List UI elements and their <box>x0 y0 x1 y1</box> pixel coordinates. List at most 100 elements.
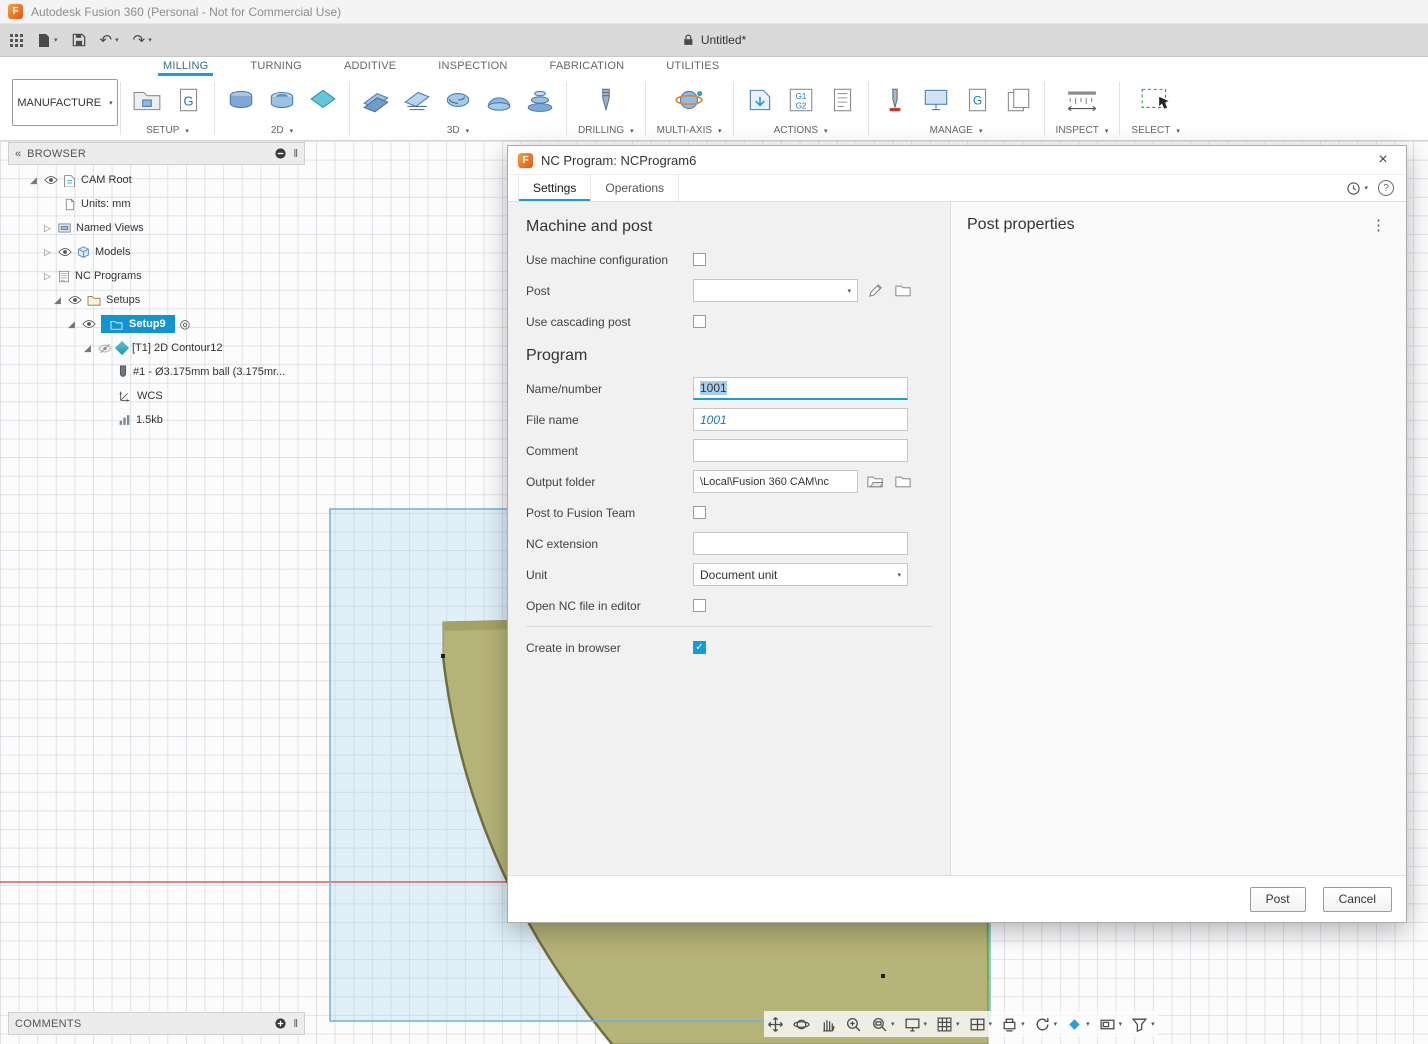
group-label-actions[interactable]: ACTIONS <box>774 125 818 136</box>
pan-move-icon[interactable] <box>764 1014 787 1035</box>
drill-icon[interactable] <box>591 87 621 118</box>
post-button[interactable]: Post <box>1250 887 1306 912</box>
tree-item-size[interactable]: 1.5kb <box>8 408 305 432</box>
pan-hand-icon[interactable] <box>816 1014 839 1035</box>
group-label-inspect[interactable]: INSPECT <box>1056 125 1099 136</box>
unit-select[interactable]: Document unit ▾ <box>693 563 908 586</box>
visibility-eye-icon[interactable] <box>68 295 82 305</box>
3d-morph-icon[interactable] <box>484 87 514 118</box>
tree-item-units[interactable]: Units: mm <box>8 192 305 216</box>
group-label-multi-axis[interactable]: MULTI-AXIS <box>657 125 712 136</box>
visibility-eye-icon[interactable] <box>82 319 96 329</box>
open-nc-file-checkbox[interactable]: ✓ <box>693 599 706 612</box>
collapse-all-icon[interactable] <box>274 147 287 160</box>
save-button[interactable] <box>72 33 86 47</box>
undo-button[interactable]: ↶▾ <box>100 33 119 48</box>
collapse-icon[interactable]: ▷ <box>42 247 53 258</box>
3d-steep-icon[interactable] <box>525 87 555 118</box>
display-settings-icon[interactable]: ▾ <box>901 1014 931 1035</box>
close-icon[interactable]: × <box>1370 151 1396 169</box>
expand-icon[interactable]: ◢ <box>28 175 39 186</box>
tree-item-models[interactable]: ▷ Models <box>8 240 305 264</box>
use-machine-configuration-checkbox[interactable]: ✓ <box>693 253 706 266</box>
group-label-3d[interactable]: 3D <box>447 125 460 136</box>
tree-item-setups[interactable]: ◢ Setups <box>8 288 305 312</box>
gcode-editor-icon[interactable]: G1G2 <box>786 87 816 118</box>
2d-pocket-icon[interactable] <box>267 87 297 118</box>
expand-comments-icon[interactable] <box>274 1017 287 1030</box>
use-cascading-post-checkbox[interactable]: ✓ <box>693 315 706 328</box>
post-process-icon[interactable] <box>745 87 775 118</box>
zoom-icon[interactable] <box>842 1014 865 1035</box>
visibility-eye-icon[interactable] <box>58 247 72 257</box>
file-name-input[interactable]: 1001 <box>693 408 908 431</box>
tree-item-cam-root[interactable]: ◢ CAM Root <box>8 168 305 192</box>
create-in-browser-checkbox[interactable]: ✓ <box>693 641 706 654</box>
post-library-icon[interactable]: G <box>962 87 992 118</box>
machine-library-icon[interactable] <box>921 87 951 118</box>
expand-icon[interactable]: ◢ <box>66 319 77 330</box>
visibility-eye-icon[interactable] <box>44 175 58 185</box>
group-label-2d[interactable]: 2D <box>271 125 284 136</box>
open-output-folder-icon[interactable] <box>864 471 886 493</box>
redo-button[interactable]: ↷▾ <box>133 33 152 48</box>
material-appearance-icon[interactable]: ▾ <box>1063 1014 1093 1035</box>
tab-inspection[interactable]: INSPECTION <box>417 60 528 76</box>
visibility-off-eye-icon[interactable] <box>98 343 112 354</box>
collapse-icon[interactable]: ▷ <box>42 223 53 234</box>
group-label-select[interactable]: SELECT <box>1131 125 1170 136</box>
tree-item-nc-programs[interactable]: ▷ NC Programs <box>8 264 305 288</box>
file-menu-button[interactable]: ▾ <box>37 33 58 48</box>
vertex-point[interactable] <box>881 974 885 978</box>
help-icon[interactable]: ? <box>1378 180 1394 196</box>
select-icon[interactable] <box>1139 86 1173 119</box>
dialog-titlebar[interactable]: F NC Program: NCProgram6 × <box>508 146 1406 175</box>
setup-sheet-icon[interactable] <box>827 87 857 118</box>
workspace-selector-button[interactable]: MANUFACTURE ▾ <box>12 79 118 126</box>
target-icon[interactable]: ◎ <box>180 317 190 331</box>
template-library-icon[interactable] <box>1003 87 1033 118</box>
tree-item-wcs[interactable]: WCS <box>8 384 305 408</box>
zoom-window-icon[interactable]: ▾ <box>868 1014 898 1035</box>
orbit-icon[interactable] <box>790 1014 813 1035</box>
kebab-menu-icon[interactable]: ⋮ <box>1367 216 1390 234</box>
measure-icon[interactable] <box>1066 87 1098 118</box>
2d-adaptive-icon[interactable] <box>226 87 256 118</box>
vertex-point[interactable] <box>441 654 445 658</box>
tab-turning[interactable]: TURNING <box>229 60 323 76</box>
edit-post-icon[interactable] <box>864 280 886 302</box>
tab-settings[interactable]: Settings <box>518 175 591 201</box>
name-number-input[interactable]: 1001 <box>693 377 908 400</box>
panel-grip-icon[interactable]: ‖ <box>293 1018 298 1030</box>
expand-icon[interactable]: ◢ <box>82 343 93 354</box>
tab-additive[interactable]: ADDITIVE <box>323 60 417 76</box>
filter-icon[interactable]: ▾ <box>1128 1014 1158 1035</box>
browse-post-folder-icon[interactable] <box>892 280 914 302</box>
group-label-drilling[interactable]: DRILLING <box>578 125 624 136</box>
tab-milling[interactable]: MILLING <box>142 60 229 76</box>
output-folder-input[interactable]: \Local\Fusion 360 CAM\nc <box>693 470 858 493</box>
3d-parallel-icon[interactable] <box>402 87 432 118</box>
setup9-selected-chip[interactable]: Setup9 <box>101 315 175 333</box>
refresh-icon[interactable]: ▾ <box>1031 1014 1061 1035</box>
expand-icon[interactable]: ◢ <box>52 295 63 306</box>
nc-extension-input[interactable] <box>693 532 908 555</box>
tool-library-icon[interactable] <box>880 87 910 118</box>
group-label-manage[interactable]: MANAGE <box>930 125 973 136</box>
tree-item-named-views[interactable]: ▷ Named Views <box>8 216 305 240</box>
3d-spiral-icon[interactable] <box>443 87 473 118</box>
viewports-icon[interactable]: ▾ <box>966 1014 996 1035</box>
collapse-panel-icon[interactable]: « <box>15 148 21 160</box>
collapse-icon[interactable]: ▷ <box>42 271 53 282</box>
tree-item-setup9[interactable]: ◢ Setup9 ◎ <box>8 312 305 336</box>
document-tab[interactable]: Untitled* <box>682 33 746 47</box>
cancel-button[interactable]: Cancel <box>1323 887 1392 912</box>
panel-grip-icon[interactable]: ‖ <box>293 148 298 160</box>
tab-utilities[interactable]: UTILITIES <box>645 60 740 76</box>
steps-icon[interactable]: ▾ <box>998 1014 1028 1035</box>
new-setup-icon[interactable] <box>132 87 162 118</box>
browser-header[interactable]: « BROWSER ‖ <box>8 142 305 165</box>
tab-operations[interactable]: Operations <box>591 175 679 201</box>
history-dropdown[interactable]: ▾ <box>1346 181 1368 196</box>
post-combobox[interactable]: ▾ <box>693 279 858 302</box>
